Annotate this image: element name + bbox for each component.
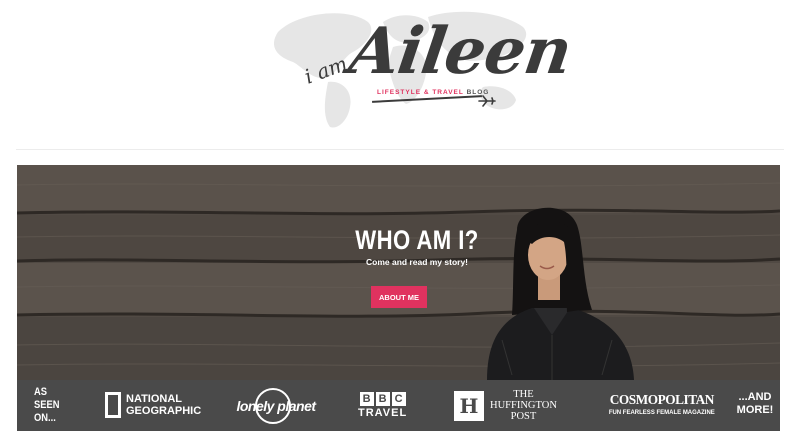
and-more-line: ...AND [738, 391, 772, 403]
bbc-letter: B [375, 392, 390, 406]
huffington-text: THE HUFFINGTON POST [490, 389, 557, 422]
as-seen-on-line: AS [34, 386, 47, 398]
logo-tagline: LIFESTYLE & TRAVEL BLOG [377, 89, 489, 96]
huffington-line: HUFFINGTON [490, 400, 557, 411]
lonely-planet-logo[interactable]: lonely planet [235, 388, 317, 424]
logo-name[interactable]: Aileen [345, 14, 576, 89]
hero-person-image [487, 207, 634, 380]
natgeo-frame-icon [105, 392, 121, 418]
huffington-line: THE [513, 389, 534, 400]
natgeo-line: GEOGRAPHIC [126, 405, 202, 417]
huffington-h-icon: H [454, 390, 484, 421]
as-seen-on-line: SEEN [34, 399, 60, 411]
as-seen-on-label: AS SEEN ON... [34, 386, 68, 425]
about-me-button[interactable]: ABOUT ME [371, 286, 427, 308]
hero-banner: WHO AM I? Come and read my story! ABOUT … [17, 165, 780, 380]
as-seen-on-bar: AS SEEN ON... NATIONAL GEOGRAPHIC lonely… [17, 380, 780, 431]
huffington-post-logo[interactable]: H THE HUFFINGTON POST [454, 389, 557, 422]
as-seen-on-line: ON... [34, 412, 56, 424]
plane-icon [478, 95, 496, 107]
and-more-line: MORE! [736, 404, 774, 416]
bbc-travel-logo[interactable]: B B C TRAVEL [358, 392, 407, 419]
natgeo-text: NATIONAL GEOGRAPHIC [126, 393, 201, 417]
wood-background [17, 165, 780, 380]
huffington-line: POST [510, 411, 537, 422]
logo-tagline-text: LIFESTYLE & TRAVEL [377, 89, 464, 96]
bbc-letter: B [359, 392, 374, 406]
natgeo-line: NATIONAL [126, 393, 183, 405]
and-more-label: ...AND MORE! [735, 391, 775, 417]
site-header: i am Aileen LIFESTYLE & TRAVEL BLOG [0, 0, 800, 150]
bbc-letter: C [391, 392, 406, 406]
cosmopolitan-name: COSMOPOLITAN [609, 393, 715, 408]
national-geographic-logo[interactable]: NATIONAL GEOGRAPHIC [105, 391, 201, 419]
cosmopolitan-tagline: FUN FEARLESS FEMALE MAGAZINE [608, 410, 715, 416]
cosmopolitan-logo[interactable]: COSMOPOLITAN FUN FEARLESS FEMALE MAGAZIN… [607, 393, 717, 416]
lonely-planet-text: lonely planet [236, 398, 316, 414]
bbc-boxes: B B C [358, 392, 407, 406]
bbc-travel-text: TRAVEL [358, 407, 408, 419]
header-divider [16, 149, 784, 150]
